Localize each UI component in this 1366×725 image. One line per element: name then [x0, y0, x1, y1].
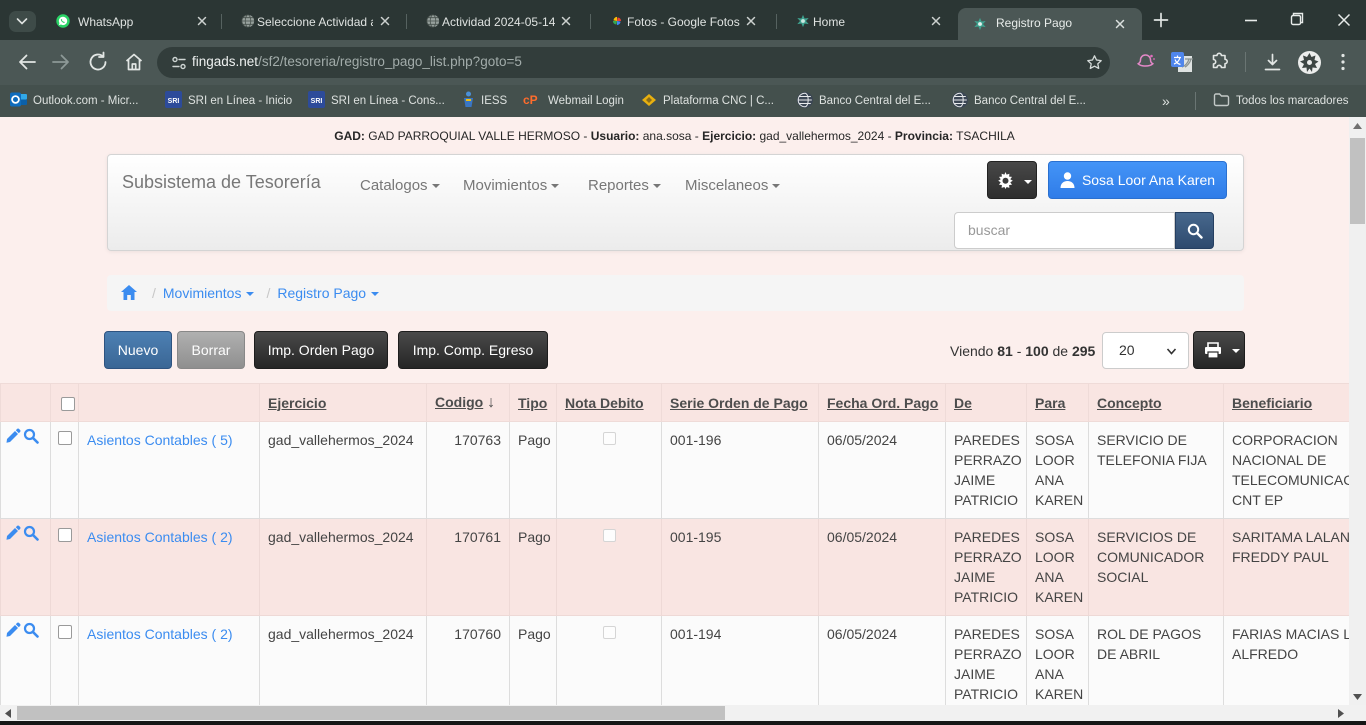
svg-text:SRI: SRI [311, 98, 323, 105]
svg-text:cP: cP [523, 93, 538, 106]
svg-text:SRI: SRI [168, 98, 180, 105]
